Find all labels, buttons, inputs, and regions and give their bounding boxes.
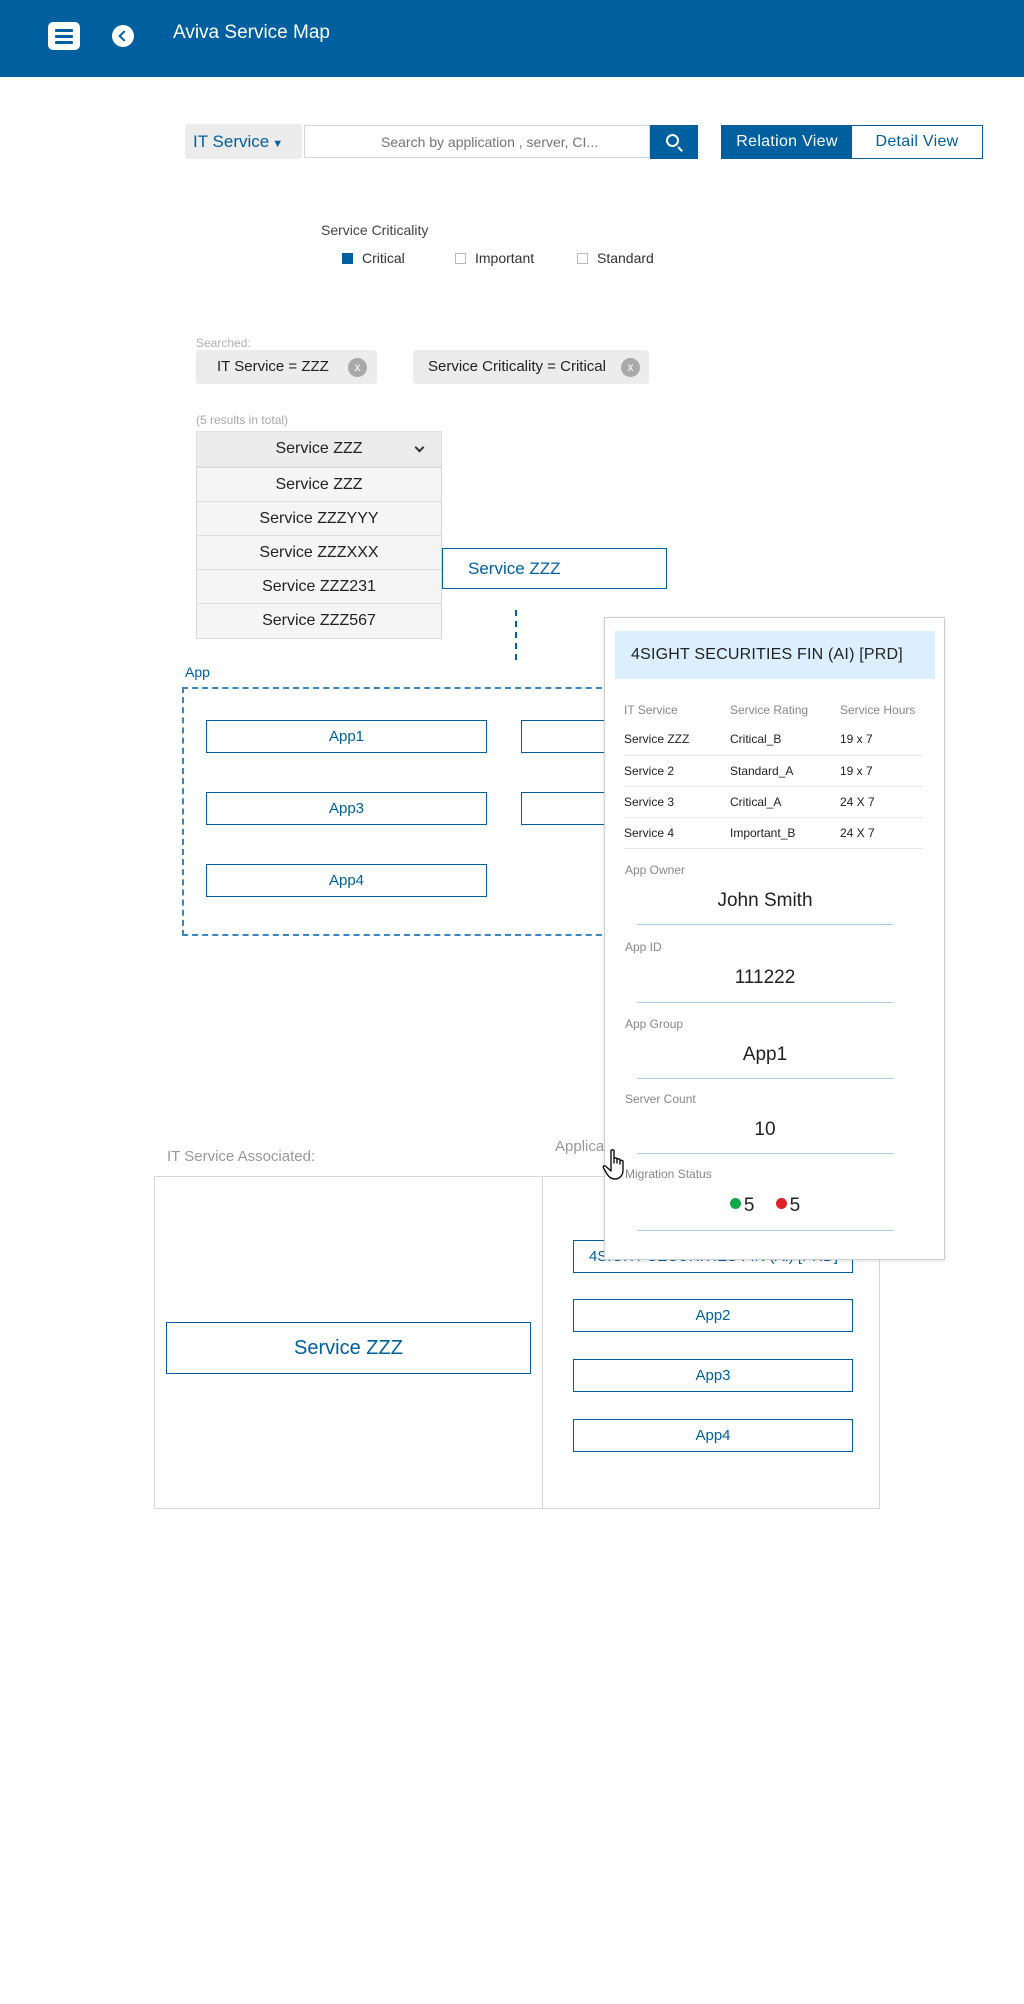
- app-node[interactable]: App4: [206, 864, 487, 897]
- app-detail-popup: 4SIGHT SECURITIES FIN (AI) [PRD] IT Serv…: [604, 617, 945, 1260]
- divider: [637, 924, 893, 925]
- app-node[interactable]: [521, 720, 611, 753]
- table-cell: 19 x 7: [840, 755, 923, 787]
- red-status-dot-icon: [775, 1198, 787, 1210]
- table-cell: Service 3: [624, 786, 730, 818]
- criticality-option-critical[interactable]: Critical: [342, 250, 405, 266]
- chip-label: Service Criticality = Critical: [428, 358, 606, 375]
- migration-status-value: 5 5: [637, 1195, 893, 1217]
- divider: [637, 1002, 893, 1003]
- remove-chip-icon[interactable]: x: [621, 358, 640, 377]
- criticality-option-important[interactable]: Important: [455, 250, 534, 266]
- search-icon: [666, 134, 679, 147]
- column-header: IT Service: [624, 702, 678, 717]
- connector-line: [515, 610, 517, 660]
- applications-label: Applica: [555, 1138, 605, 1155]
- app-owner-value: John Smith: [717, 890, 813, 911]
- chevron-down-icon: [414, 442, 425, 453]
- search-button[interactable]: [650, 125, 698, 159]
- table-row: Service ZZZ Critical_B 19 x 7: [624, 724, 923, 756]
- app-title: Aviva Service Map: [173, 22, 330, 43]
- criticality-title: Service Criticality: [321, 222, 429, 238]
- table-row: Service 4 Important_B 24 X 7: [624, 817, 923, 849]
- criticality-option-label: Important: [475, 250, 535, 266]
- search-input[interactable]: [304, 125, 650, 158]
- table-row: Service 2 Standard_A 19 x 7: [624, 755, 923, 787]
- table-cell: Service ZZZ: [624, 724, 730, 756]
- column-header: Service Rating: [730, 702, 809, 717]
- table-cell: 19 x 7: [840, 724, 923, 756]
- search-type-label: IT Service: [193, 132, 270, 151]
- filter-chip-it-service: IT Service = ZZZ x: [196, 350, 377, 384]
- app-node[interactable]: App3: [206, 792, 487, 825]
- app-node[interactable]: [521, 792, 611, 825]
- app-id-value: 111222: [734, 967, 796, 988]
- it-service-associated-label: IT Service Associated:: [167, 1148, 316, 1165]
- table-header-row: IT Service Service Rating Service Hours: [624, 695, 923, 724]
- green-status-dot-icon: [729, 1198, 741, 1210]
- app-group-value: App1: [742, 1044, 788, 1065]
- results-dropdown[interactable]: Service ZZZ: [196, 431, 442, 467]
- table-row: Service 3 Critical_A 24 X 7: [624, 786, 923, 818]
- filter-chip-criticality: Service Criticality = Critical x: [413, 350, 649, 384]
- results-dropdown-value: Service ZZZ: [275, 440, 363, 457]
- app-owner-label: App Owner: [625, 863, 686, 877]
- criticality-option-standard[interactable]: Standard: [577, 250, 654, 266]
- column-header: Service Hours: [840, 702, 916, 717]
- associated-app-node[interactable]: App4: [573, 1419, 853, 1452]
- results-dropdown-list: Service ZZZ Service ZZZYYY Service ZZZXX…: [196, 467, 442, 639]
- associated-app-node[interactable]: App2: [573, 1299, 853, 1332]
- divider: [637, 1153, 893, 1154]
- table-cell: Critical_B: [730, 724, 840, 756]
- caret-down-icon: ▼: [272, 138, 284, 150]
- dropdown-option[interactable]: Service ZZZ231: [197, 570, 441, 604]
- search-type-select[interactable]: IT Service ▼: [185, 124, 302, 159]
- criticality-option-label: Critical: [362, 250, 405, 266]
- results-count: (5 results in total): [196, 413, 289, 427]
- associated-app-node[interactable]: App3: [573, 1359, 853, 1392]
- app-id-label: App ID: [625, 940, 662, 954]
- remove-chip-icon[interactable]: x: [348, 358, 367, 377]
- detail-view-button[interactable]: Detail View: [852, 126, 982, 158]
- migration-green-count: 5: [743, 1195, 755, 1216]
- dropdown-option[interactable]: Service ZZZ567: [197, 604, 441, 638]
- table-cell: Important_B: [730, 817, 840, 849]
- relation-service-node[interactable]: Service ZZZ: [442, 548, 667, 589]
- dropdown-option[interactable]: Service ZZZYYY: [197, 502, 441, 536]
- server-count-value: 10: [754, 1119, 776, 1140]
- table-cell: 24 X 7: [840, 817, 923, 849]
- server-count-label: Server Count: [625, 1092, 696, 1106]
- associated-service-node[interactable]: Service ZZZ: [166, 1322, 531, 1374]
- table-cell: Critical_A: [730, 786, 840, 818]
- back-arrow-icon[interactable]: [112, 25, 134, 47]
- criticality-option-label: Standard: [597, 250, 654, 266]
- relation-view-button[interactable]: Relation View: [722, 126, 852, 158]
- divider: [637, 1230, 893, 1231]
- service-table: IT Service Service Rating Service Hours …: [624, 695, 923, 849]
- app-group-label: App: [185, 664, 210, 680]
- table-cell: 24 X 7: [840, 786, 923, 818]
- app-group-label: App Group: [625, 1017, 684, 1031]
- table-cell: Service 4: [624, 817, 730, 849]
- searched-label: Searched:: [196, 336, 251, 350]
- dropdown-option[interactable]: Service ZZZ: [197, 468, 441, 502]
- table-cell: Service 2: [624, 755, 730, 787]
- view-toggle: Relation View Detail View: [721, 125, 983, 159]
- migration-status-label: Migration Status: [625, 1167, 712, 1181]
- menu-icon[interactable]: [48, 22, 80, 50]
- app-node[interactable]: App1: [206, 720, 487, 753]
- migration-red-count: 5: [789, 1195, 801, 1216]
- checkbox-unchecked-icon[interactable]: [577, 252, 588, 264]
- hand-cursor-icon: [602, 1149, 624, 1180]
- table-cell: Standard_A: [730, 755, 840, 787]
- popup-title: 4SIGHT SECURITIES FIN (AI) [PRD]: [615, 631, 935, 679]
- checkbox-unchecked-icon[interactable]: [455, 252, 466, 264]
- divider: [637, 1078, 893, 1079]
- dropdown-option[interactable]: Service ZZZXXX: [197, 536, 441, 570]
- chip-label: IT Service = ZZZ: [217, 358, 329, 375]
- top-bar: Aviva Service Map: [0, 0, 1024, 77]
- checkbox-checked-icon[interactable]: [342, 252, 353, 264]
